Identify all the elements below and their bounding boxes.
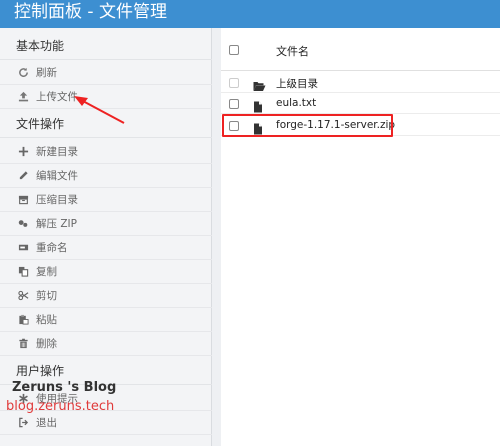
sidebar-item-label: 新建目录 [36, 146, 78, 158]
folder-open-icon [253, 77, 266, 91]
sidebar-item-rename[interactable]: 重命名 [0, 236, 212, 260]
file-icon [253, 98, 265, 113]
page-title: 控制面板 - 文件管理 [14, 2, 167, 22]
sidebar-item-refresh[interactable]: 刷新 [0, 61, 212, 85]
sidebar-item-cut[interactable]: 剪切 [0, 284, 212, 308]
archive-icon [17, 194, 29, 206]
paste-icon [17, 314, 29, 326]
cut-icon [17, 290, 29, 302]
watermark-blog-url: blog.zeruns.tech [6, 399, 115, 414]
select-all-checkbox[interactable] [229, 45, 239, 55]
sidebar-item-label: 复制 [36, 266, 57, 278]
extract-icon [17, 218, 29, 230]
sidebar-item-paste[interactable]: 粘贴 [0, 308, 212, 332]
annotation-arrow [74, 96, 125, 124]
sidebar-item-delete[interactable]: 删除 [0, 332, 212, 356]
file-row-parent[interactable]: 上级目录 [221, 73, 500, 93]
sidebar-item-new-folder[interactable]: 新建目录 [0, 140, 212, 164]
logout-icon [17, 417, 29, 429]
sidebar-item-label: 编辑文件 [36, 170, 78, 182]
sidebar-item-label: 剪切 [36, 290, 57, 302]
row-checkbox[interactable] [229, 99, 239, 109]
file-row-eula[interactable]: eula.txt [221, 94, 500, 114]
sidebar-item-label: 退出 [36, 417, 57, 429]
sidebar-item-copy[interactable]: 复制 [0, 260, 212, 284]
sidebar-item-logout[interactable]: 退出 [0, 411, 212, 435]
pencil-icon [17, 170, 29, 182]
section-title-basic: 基本功能 [0, 32, 212, 60]
file-name: 上级目录 [276, 78, 318, 90]
upload-icon [17, 91, 29, 103]
file-table-header: 文件名 [221, 28, 500, 71]
trash-icon [17, 338, 29, 350]
sidebar-item-edit-file[interactable]: 编辑文件 [0, 164, 212, 188]
title-bar: 控制面板 - 文件管理 [0, 0, 500, 28]
plus-icon [17, 146, 29, 158]
sidebar-item-label: 重命名 [36, 242, 68, 254]
sidebar-item-label: 压缩目录 [36, 194, 78, 206]
sidebar-item-compress[interactable]: 压缩目录 [0, 188, 212, 212]
watermark-blog-name: Zeruns 's Blog [12, 380, 117, 395]
rename-icon [17, 242, 29, 254]
sidebar-item-label: 刷新 [36, 67, 57, 79]
refresh-icon [17, 67, 29, 79]
column-header-filename: 文件名 [276, 45, 309, 58]
sidebar-item-label: 删除 [36, 338, 57, 350]
file-name: eula.txt [276, 97, 317, 109]
row-checkbox [229, 78, 239, 88]
sidebar-item-label: 粘贴 [36, 314, 57, 326]
sidebar-item-label: 解压 ZIP [36, 218, 77, 230]
copy-icon [17, 266, 29, 278]
file-list-panel: 文件名 上级目录 eula.txt forge-1.17.1-server.zi… [221, 28, 500, 446]
sidebar-item-extract-zip[interactable]: 解压 ZIP [0, 212, 212, 236]
annotation-highlight-box [222, 114, 393, 137]
